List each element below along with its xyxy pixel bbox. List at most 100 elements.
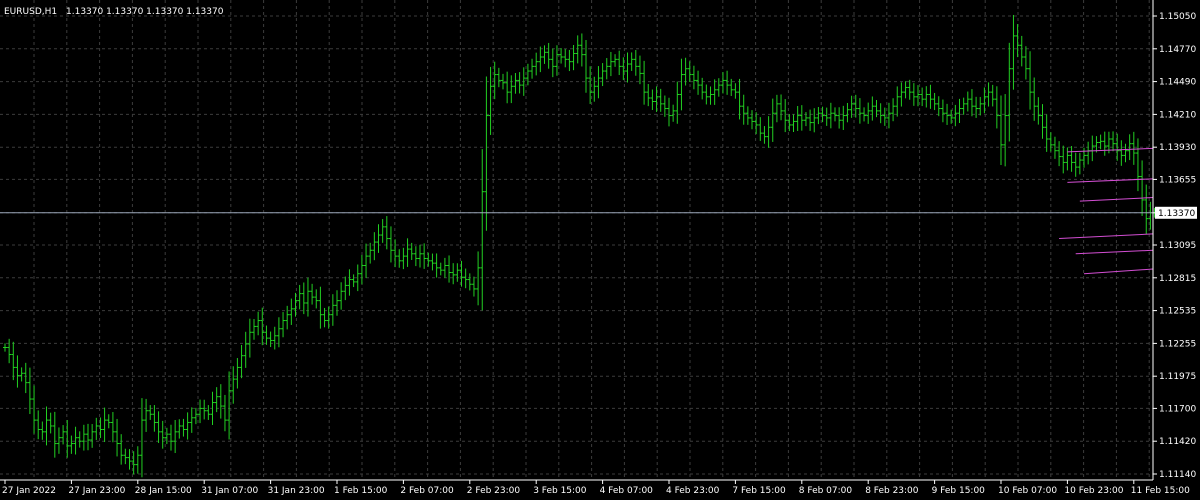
ohlc-bar <box>376 224 381 253</box>
ohlc-bar <box>720 72 725 94</box>
ohlc-bar <box>828 102 833 129</box>
ohlc-bar <box>15 355 20 388</box>
ohlc-bar <box>268 331 273 348</box>
ohlc-bar <box>455 263 460 282</box>
time-tick-label: 2 Feb 23:00 <box>467 486 521 496</box>
ohlc-bar <box>1135 138 1140 192</box>
ohlc-bar <box>471 276 476 297</box>
ohlc-bar <box>986 82 991 107</box>
ohlc-bar <box>351 274 356 288</box>
time-tick-label: 31 Jan 23:00 <box>268 486 325 496</box>
ohlc-bar <box>52 411 57 458</box>
ohlc-bar <box>530 58 535 79</box>
ohlc-bar <box>671 104 676 122</box>
ohlc-bar <box>430 253 435 271</box>
ohlc-bar <box>679 58 684 111</box>
ohlc-bar <box>969 89 974 117</box>
ohlc-bar <box>451 263 456 285</box>
ohlc-bar <box>1073 152 1078 177</box>
time-tick-label: 10 Feb 07:00 <box>998 486 1057 496</box>
ohlc-bar <box>982 87 987 114</box>
price-tick-label: 1.15050 <box>1159 12 1196 22</box>
ohlc-bar <box>364 243 369 279</box>
ohlc-bar <box>401 247 406 270</box>
ohlc-bar <box>81 424 86 451</box>
ohlc-bar <box>239 344 244 379</box>
time-tick-label: 7 Feb 15:00 <box>732 486 786 496</box>
ohlc-bar <box>613 54 618 67</box>
ohlc-bar <box>202 399 207 420</box>
ohlc-bar <box>700 77 705 100</box>
ohlc-bar <box>11 341 16 381</box>
price-tick-label: 1.11975 <box>1159 372 1196 382</box>
ohlc-bar <box>608 51 613 77</box>
ohlc-bar <box>198 399 203 424</box>
price-tick-label: 1.11420 <box>1159 437 1196 447</box>
ohlc-bar <box>56 427 61 454</box>
ohlc-bar <box>148 405 153 420</box>
ohlc-bar <box>1111 131 1116 152</box>
ohlc-bar <box>438 262 443 276</box>
ohlc-bar <box>1077 152 1082 175</box>
ohlc-bar <box>467 273 472 291</box>
ohlc-bar <box>272 326 277 350</box>
ohlc-bar <box>770 98 775 142</box>
ohlc-bar <box>1140 160 1145 216</box>
channel-lines <box>1059 147 1154 275</box>
ohlc-bar <box>496 67 501 88</box>
ohlc-bar <box>600 63 605 87</box>
ohlc-bar <box>505 71 510 104</box>
ohlc-bar <box>704 84 709 105</box>
ohlc-bar <box>139 398 144 478</box>
ohlc-bar <box>3 343 7 352</box>
price-tick-label: 1.12255 <box>1159 339 1196 349</box>
ohlc-bar <box>696 70 701 95</box>
ohlc-bar <box>1065 147 1070 171</box>
ohlc-bar <box>716 78 721 97</box>
ohlc-bar <box>1011 14 1016 90</box>
price-chart[interactable]: 1.15050 1.14770 1.14490 1.14210 1.13930 1.136… <box>0 0 1200 500</box>
ohlc-bar <box>795 106 800 131</box>
ohlc-bar <box>281 312 286 338</box>
price-tick-label: 1.14490 <box>1159 78 1196 88</box>
time-tick-label: 27 Jan 2022 <box>2 486 56 496</box>
ohlc-bar <box>750 110 754 130</box>
ohlc-bar <box>762 126 767 144</box>
ohlc-bar <box>135 446 140 474</box>
ohlc-bar <box>766 116 771 148</box>
ohlc-bar <box>596 66 601 99</box>
ohlc-bar <box>442 257 447 278</box>
ohlc-bar <box>169 424 173 451</box>
ohlc-bar <box>359 254 364 285</box>
time-tick-label: 3 Feb 15:00 <box>533 486 587 496</box>
ohlc-bar <box>86 423 90 451</box>
ohlc-bar <box>924 86 929 108</box>
ohlc-bar <box>1061 145 1066 174</box>
ohlc-bar <box>957 98 962 123</box>
time-tick-label: 9 Feb 15:00 <box>932 486 986 496</box>
ohlc-bar <box>276 317 281 348</box>
ohlc-bar <box>662 95 667 117</box>
ohlc-bar <box>335 290 339 316</box>
ohlc-bar <box>579 33 584 67</box>
ohlc-bar <box>1023 46 1028 80</box>
chart-window[interactable]: 1.15050 1.14770 1.14490 1.14210 1.13930 1.136… <box>0 0 1200 500</box>
ohlc-bar <box>1040 104 1045 139</box>
ohlc-bar <box>94 417 99 440</box>
ohlc-bar <box>911 83 916 106</box>
ohlc-bar <box>886 102 891 129</box>
grid <box>0 0 1153 480</box>
ohlc-bar <box>745 106 750 125</box>
ohlc-bar <box>816 107 821 125</box>
ohlc-bar <box>542 45 547 64</box>
ohlc-bar <box>936 96 941 117</box>
time-tick-label: 10 Feb 23:00 <box>1064 486 1123 496</box>
ohlc-bar <box>380 219 385 243</box>
ohlc-bar <box>127 449 132 470</box>
ohlc-bar <box>235 358 240 389</box>
ohlc-bar <box>160 420 165 449</box>
time-tick-label: 11 Feb 15:00 <box>1131 486 1190 496</box>
ohlc-bar <box>289 298 294 325</box>
ohlc-bar <box>1069 146 1074 172</box>
ohlc-bar <box>538 46 543 73</box>
